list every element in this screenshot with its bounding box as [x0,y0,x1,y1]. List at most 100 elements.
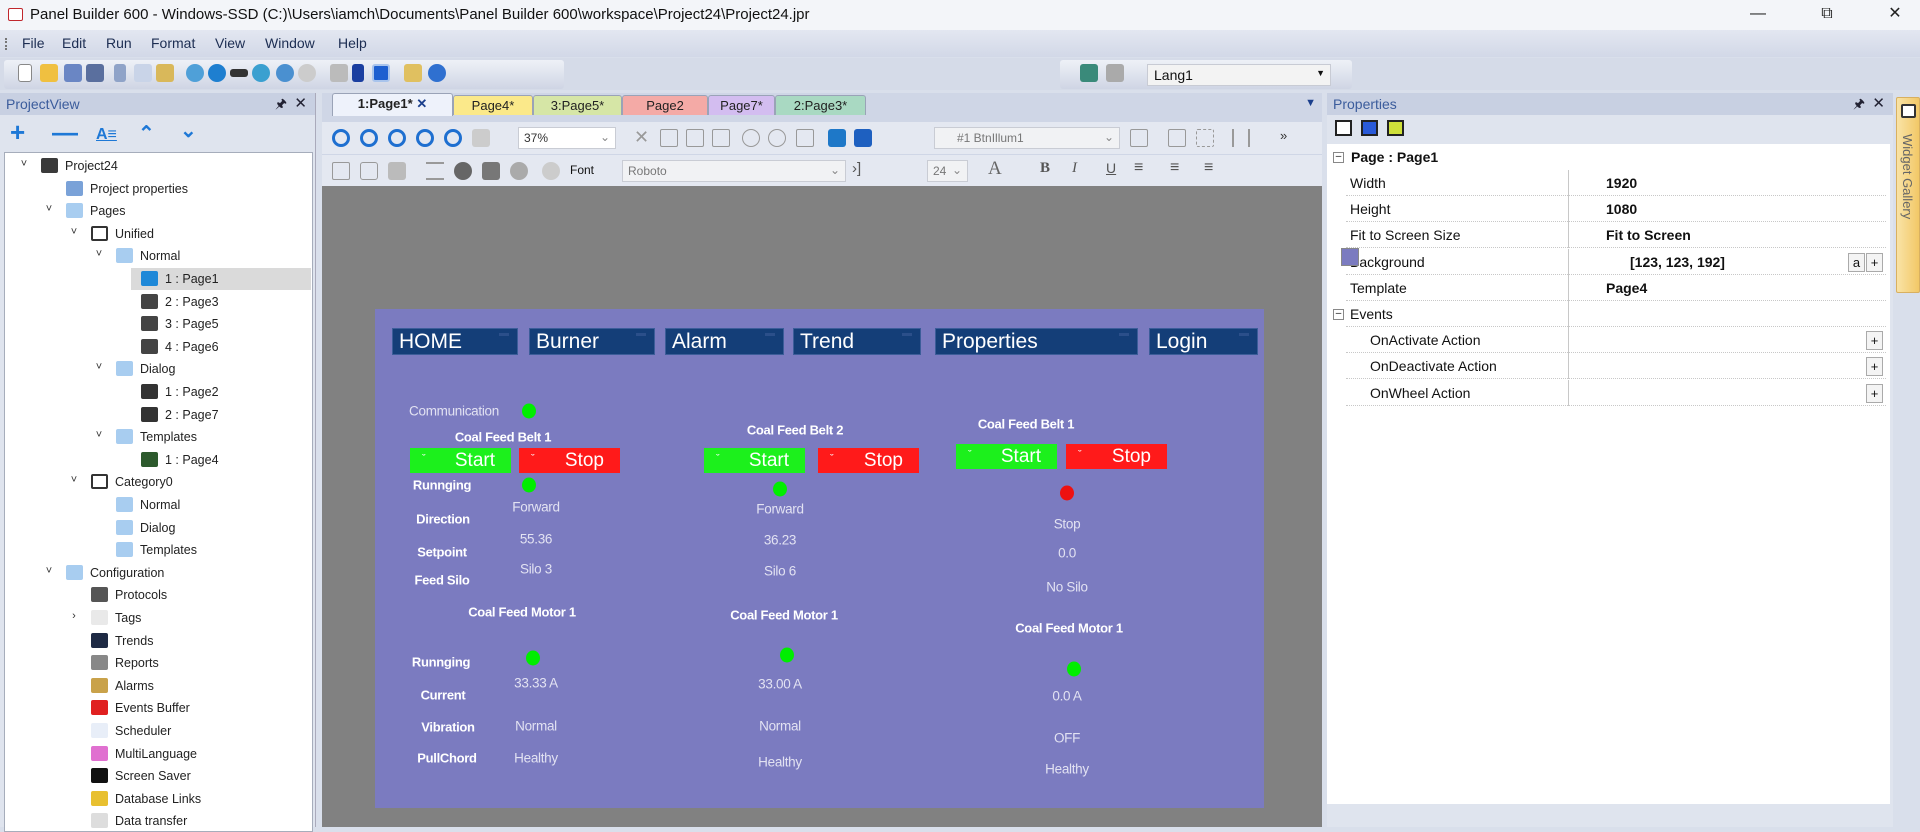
tree-item[interactable]: Trends [5,630,310,652]
close-window-button[interactable]: ✕ [1872,0,1918,30]
property-value[interactable]: Page4 [1606,280,1647,296]
font-size-select[interactable]: 24 ⌄ [927,160,968,182]
remove-icon[interactable]: — [52,119,78,145]
zoom-out-icon[interactable] [360,129,378,147]
stop-button[interactable]: ˇ Stop [818,448,919,473]
stop-button[interactable]: ˇ Stop [519,448,620,473]
menu-run[interactable]: Run [106,35,132,51]
menu-format[interactable]: Format [151,35,195,51]
grid-icon[interactable] [330,64,348,82]
save-all-icon[interactable] [86,64,104,82]
nav-button-trend[interactable]: Trend [793,328,921,355]
zoom-fit-icon[interactable] [416,129,434,147]
text-button[interactable]: a [1848,252,1865,272]
add-button[interactable]: + [1866,383,1883,403]
start-button[interactable]: ˇ Start [956,444,1057,469]
chevron-down-icon[interactable]: ˅ [67,474,81,486]
tab-page4[interactable]: Page4* [453,95,533,115]
bring-front-icon[interactable] [352,64,364,82]
underline-button[interactable]: U [1106,160,1116,176]
add-button[interactable]: + [1866,357,1883,377]
delete-icon[interactable]: ✕ [634,127,649,148]
translate-icon[interactable] [1080,64,1098,82]
tree-item[interactable]: Screen Saver [5,765,310,787]
image-icon[interactable] [482,162,500,180]
align-center-icon[interactable]: ≡ [1170,159,1179,177]
tree-item[interactable]: Reports [5,652,310,674]
rotate-right-icon[interactable] [768,129,786,147]
stop-run-icon[interactable] [298,64,316,82]
tree-item[interactable]: ˅ Category0 [5,471,310,493]
property-row[interactable]: Events – [1333,301,1886,327]
tree-item[interactable]: › Tags [5,607,310,629]
run-icon[interactable] [276,64,294,82]
layer-up-icon[interactable] [828,129,846,147]
cut-icon[interactable] [114,64,126,82]
property-row[interactable]: Height 1080 [1346,196,1886,223]
tree-item[interactable]: 1 : Page2 [5,381,310,403]
tree-item[interactable]: Data transfer [5,810,310,831]
more-icon[interactable]: » [1280,128,1287,143]
keyboard-icon[interactable] [332,162,350,180]
tab-3page5[interactable]: 3:Page5* [533,95,622,115]
language-select[interactable]: Lang1 ▼ [1147,64,1331,86]
download-icon[interactable] [186,64,204,82]
validate-icon[interactable] [208,64,226,82]
line-icon[interactable] [426,162,444,180]
property-row[interactable]: Width 1920 [1346,170,1886,196]
start-button[interactable]: ˇ Start [410,448,511,473]
menu-file[interactable]: File [22,35,45,51]
property-value[interactable]: Fit to Screen [1606,227,1691,243]
tree-item[interactable]: ˅ Normal [5,245,310,267]
hmi-page-canvas[interactable]: HOME Burner Alarm Trend Properties Login… [375,309,1264,808]
tree-item[interactable]: MultiLanguage [5,743,310,765]
tree-item[interactable]: Events Buffer [5,697,310,719]
paste-icon[interactable] [156,64,174,82]
collapse-all-icon[interactable] [1387,120,1404,136]
menu-window[interactable]: Window [265,35,315,51]
close-tab-icon[interactable]: ✕ [413,96,427,111]
tree-item[interactable]: 4 : Page6 [5,336,310,358]
distribute-icon[interactable] [1232,129,1250,147]
expand-all-icon[interactable] [1361,120,1378,136]
zoom-page-icon[interactable] [444,129,462,147]
table-icon[interactable] [712,129,730,147]
tooltip-icon[interactable] [542,162,560,180]
help-icon[interactable] [428,64,446,82]
align-right-icon[interactable]: ≡ [1204,159,1213,177]
pin-icon[interactable]: 🖈 [1853,95,1865,117]
property-row[interactable]: OnActivate Action + [1346,327,1886,354]
chevron-down-icon[interactable]: ˅ [42,203,56,215]
save-icon[interactable] [64,64,82,82]
widget-gallery-tab[interactable]: Widget Gallery [1896,97,1920,293]
zoom-100-icon[interactable] [388,129,406,147]
object-select[interactable]: #1 BtnIllum1 ⌄ [934,127,1120,149]
arrange-icon[interactable] [796,129,814,147]
tab-page7[interactable]: Page7* [708,95,775,115]
tree-item[interactable]: 1 : Page4 [5,449,310,471]
menu-edit[interactable]: Edit [62,35,86,51]
project-settings-icon[interactable] [404,64,422,82]
add-button[interactable]: + [1866,252,1883,272]
chevron-right-icon[interactable]: › [67,610,81,622]
tab-2page3[interactable]: 2:Page3* [775,95,866,115]
add-button[interactable]: + [1866,331,1883,351]
chevron-down-icon[interactable]: ˅ [42,565,56,577]
property-row[interactable]: Template Page4 [1346,274,1886,301]
disable-icon[interactable] [510,162,528,180]
bold-button[interactable]: B [1040,160,1050,177]
fill-color-icon[interactable] [388,162,406,180]
tree-item[interactable]: 3 : Page5 [5,313,310,335]
add-icon[interactable]: + [10,119,25,145]
tree-item[interactable]: ˅ Unified [5,223,310,245]
tree-item[interactable]: ˅ Templates [5,426,310,448]
copy-icon[interactable] [134,64,152,82]
tree-item[interactable]: Protocols [5,584,310,606]
align-left-icon[interactable]: ≡ [1134,159,1143,177]
chevron-down-icon[interactable]: ˅ [92,429,106,441]
nav-button-properties[interactable]: Properties [935,328,1138,355]
property-row[interactable]: Fit to Screen Size Fit to Screen [1346,222,1886,249]
tree-item[interactable]: ˅ Configuration [5,562,310,584]
tree-item[interactable]: 2 : Page3 [5,291,310,313]
tab-1page1[interactable]: 1:Page1* ✕ [332,93,453,116]
